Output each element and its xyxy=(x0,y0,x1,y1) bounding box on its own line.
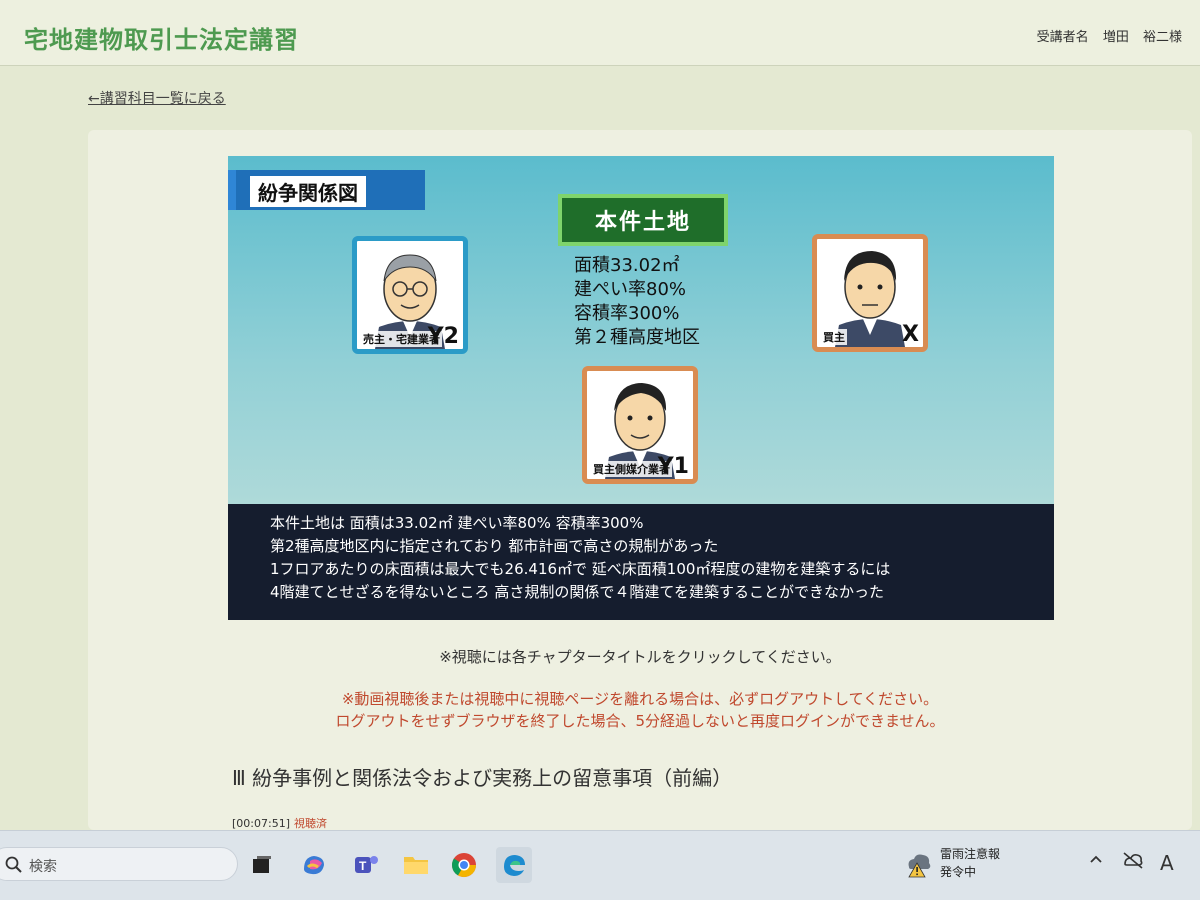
back-to-course-list-link[interactable]: ←講習科目一覧に戻る xyxy=(88,88,226,108)
person-x-buyer: 買主 X xyxy=(812,234,928,352)
teams-icon[interactable]: T xyxy=(348,847,384,883)
user-label: 受講者名 xyxy=(1036,30,1089,45)
land-coverage-ratio: 建ぺい率80% xyxy=(574,279,687,300)
network-disconnected-icon[interactable] xyxy=(1122,851,1144,874)
windows-taskbar: 検索 T 雷雨注意報 発令中 A xyxy=(0,830,1200,900)
person-x-caption: 買主 xyxy=(821,329,847,345)
ime-mode-indicator[interactable]: A xyxy=(1160,851,1174,875)
person-y2-seller: 売主・宅建業者 Y2 xyxy=(352,236,468,354)
person-y2-code: Y2 xyxy=(427,324,459,349)
user-given-name: 裕二様 xyxy=(1142,30,1182,45)
land-area: 面積33.02㎡ xyxy=(574,255,680,276)
chapter-title-link[interactable]: Ⅲ 紛争事例と関係法令および実務上の留意事項（前編） xyxy=(232,762,732,791)
slide-heading: 紛争関係図 xyxy=(250,176,366,207)
slide-heading-bar: 紛争関係図 xyxy=(228,170,425,210)
file-explorer-icon[interactable] xyxy=(398,847,434,883)
person-y1-code: Y1 xyxy=(657,454,689,479)
land-title-box: 本件土地 xyxy=(558,194,728,246)
chevron-up-icon[interactable] xyxy=(1088,851,1104,872)
logout-warning-line1: ※動画視聴後または視聴中に視聴ページを離れる場合は、必ずログアウトしてください。 xyxy=(341,690,939,708)
chapter-duration: [00:07:51] xyxy=(232,817,290,830)
subtitle-line: 1フロアあたりの床面積は最大でも26.416㎡で 延べ床面積100㎡程度の建物を… xyxy=(270,560,891,578)
search-placeholder: 検索 xyxy=(29,859,57,875)
taskbar-search-box[interactable]: 検索 xyxy=(0,847,238,881)
video-player[interactable]: 紛争関係図 本件土地 面積33.02㎡ 建ぺい率80% 容積率300% 第２種高… xyxy=(228,156,1054,620)
svg-text:T: T xyxy=(359,859,367,873)
viewing-instruction: ※視聴には各チャプタータイトルをクリックしてください。 xyxy=(439,648,841,666)
person-x-code: X xyxy=(902,322,919,347)
subtitle-line: 本件土地は 面積は33.02㎡ 建ぺい率80% 容積率300% xyxy=(270,514,644,532)
video-subtitles: 本件土地は 面積は33.02㎡ 建ぺい率80% 容積率300% 第2種高度地区内… xyxy=(228,504,1054,620)
copilot-icon[interactable] xyxy=(296,847,332,883)
subtitle-line: 4階建てとせざるを得ないところ 高さ規制の関係で４階建てを建築することができなか… xyxy=(270,583,885,601)
user-surname: 増田 xyxy=(1102,30,1129,45)
chapter-meta: [00:07:51] 視聴済 xyxy=(232,815,327,831)
weather-alert-status: 発令中 xyxy=(940,865,977,879)
search-icon xyxy=(5,856,22,873)
page-header: 宅地建物取引士法定講習 受講者名 増田 裕二様 xyxy=(0,0,1200,66)
land-height-district: 第２種高度地区 xyxy=(574,327,700,348)
land-details: 面積33.02㎡ 建ぺい率80% 容積率300% 第２種高度地区 xyxy=(574,254,700,350)
subtitle-line: 第2種高度地区内に指定されており 都市計画で高さの規制があった xyxy=(270,537,719,555)
chapter-viewed-status: 視聴済 xyxy=(294,817,327,830)
task-view-icon[interactable] xyxy=(244,847,280,883)
edge-icon[interactable] xyxy=(496,847,532,883)
logout-warning-line2: ログアウトをせずブラウザを終了した場合、5分経過しないと再度ログインができません… xyxy=(335,712,945,730)
land-floor-area-ratio: 容積率300% xyxy=(574,303,680,324)
weather-alert-title: 雷雨注意報 xyxy=(940,847,1001,861)
weather-alert[interactable]: 雷雨注意報 発令中 xyxy=(940,845,1000,881)
weather-warning-icon[interactable] xyxy=(904,849,934,879)
user-info: 受講者名 増田 裕二様 xyxy=(1027,26,1182,45)
chrome-icon[interactable] xyxy=(446,847,482,883)
person-y1-broker: 買主側媒介業者 Y1 xyxy=(582,366,698,484)
site-title: 宅地建物取引士法定講習 xyxy=(24,26,299,54)
